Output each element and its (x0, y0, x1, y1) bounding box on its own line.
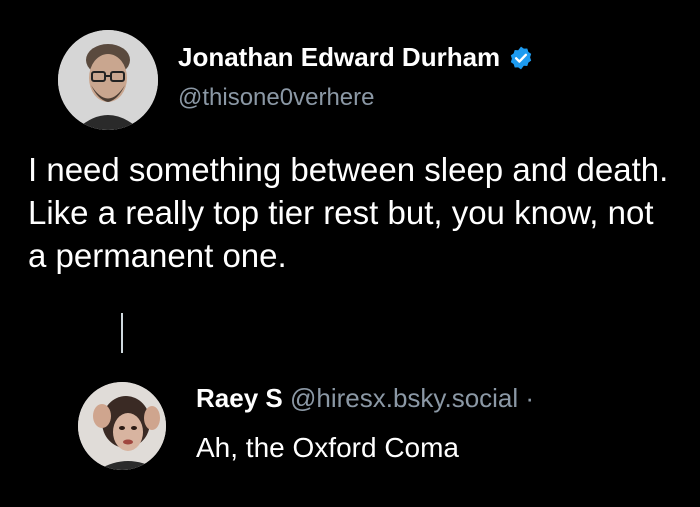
author-avatar-image (58, 30, 158, 130)
reply-avatar-image (78, 382, 166, 470)
author-name[interactable]: Jonathan Edward Durham (178, 42, 500, 73)
thread-connector-line (121, 313, 123, 353)
author-handle[interactable]: @thisone0verhere (178, 84, 374, 112)
post-text: I need something between sleep and death… (28, 151, 669, 274)
author-avatar[interactable] (58, 30, 158, 130)
reply-author-name[interactable]: Raey S (196, 383, 283, 413)
reply-text: Ah, the Oxford Coma (196, 432, 460, 463)
tweet-thread: Jonathan Edward Durham @thisone0verhere … (0, 0, 700, 507)
reply-author-handle[interactable]: @hiresx.bsky.social · (290, 383, 534, 413)
verified-badge-icon (508, 45, 534, 71)
reply-avatar[interactable] (78, 382, 166, 470)
reply-header: Raey S @hiresx.bsky.social · (196, 383, 534, 414)
author-name-row[interactable]: Jonathan Edward Durham (178, 42, 534, 73)
